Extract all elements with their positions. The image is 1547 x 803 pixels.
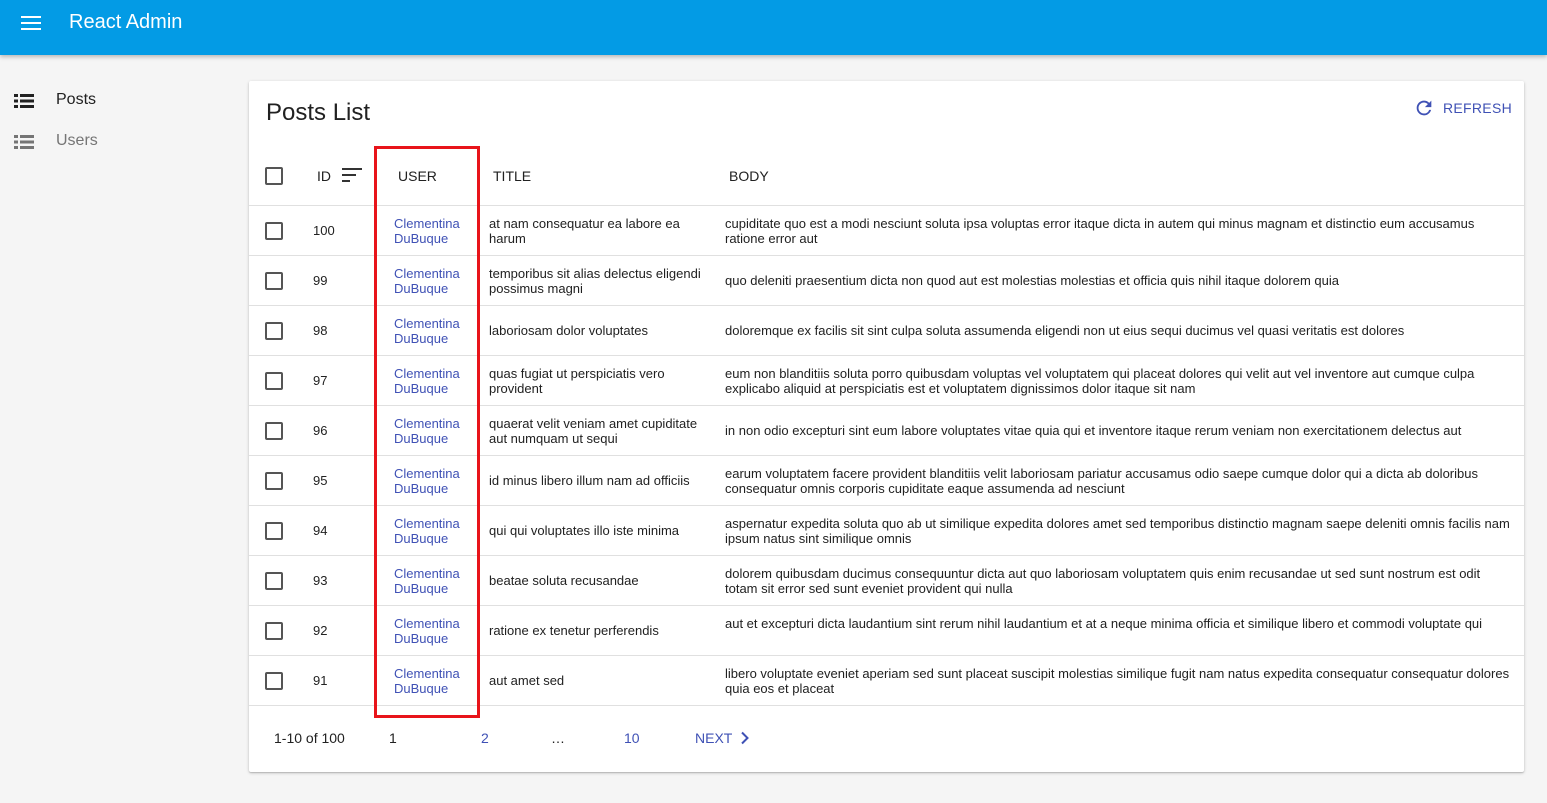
cell-title: id minus libero illum nam ad officiis (489, 473, 690, 488)
cell-body: cupiditate quo est a modi nesciunt solut… (725, 216, 1475, 246)
list-icon (14, 94, 34, 108)
user-link[interactable]: Clementina DuBuque (394, 266, 474, 296)
list-icon (14, 135, 34, 149)
column-header-body[interactable]: BODY (729, 168, 769, 184)
page-title: Posts List (266, 99, 371, 126)
refresh-button[interactable]: REFRESH (1413, 97, 1512, 119)
chevron-right-icon (741, 731, 750, 745)
table-row[interactable]: 92 Clementina DuBuque ratione ex tenetur p… (249, 606, 1524, 656)
row-checkbox[interactable] (265, 522, 283, 540)
sidebar-item-label: Posts (56, 91, 97, 108)
menu-icon[interactable] (14, 6, 48, 40)
sort-icon[interactable] (342, 167, 362, 183)
sidebar-item-label: Users (56, 132, 98, 149)
cell-title: quaerat velit veniam amet cupiditate aut… (489, 416, 698, 446)
row-checkbox[interactable] (265, 422, 283, 440)
row-checkbox[interactable] (265, 622, 283, 640)
page-10-link[interactable]: 10 (624, 730, 640, 746)
page-2-link[interactable]: 2 (481, 730, 489, 746)
cell-id: 91 (313, 673, 328, 688)
row-checkbox[interactable] (265, 222, 283, 240)
pagination-range: 1-10 of 100 (274, 730, 345, 746)
cell-title: ratione ex tenetur perferendis (489, 623, 659, 638)
row-checkbox[interactable] (265, 672, 283, 690)
table-row[interactable]: 100 Clementina DuBuque at nam consequatur … (249, 206, 1524, 256)
user-link[interactable]: Clementina DuBuque (394, 466, 474, 496)
row-checkbox[interactable] (265, 272, 283, 290)
cell-body: doloremque ex facilis sit sint culpa sol… (725, 323, 1405, 338)
next-page-button[interactable]: NEXT (695, 730, 752, 746)
user-link[interactable]: Clementina DuBuque (394, 416, 474, 446)
app-title: React Admin (69, 11, 183, 33)
user-link[interactable]: Clementina DuBuque (394, 516, 474, 546)
refresh-label: REFRESH (1443, 100, 1512, 116)
user-link[interactable]: Clementina DuBuque (394, 666, 474, 696)
app-bar: React Admin (0, 0, 1547, 55)
row-checkbox[interactable] (265, 372, 283, 390)
posts-list-card: Posts List REFRESH ID USER TITLE BODY 10… (249, 81, 1524, 772)
table-row[interactable]: 98 Clementina DuBuque laboriosam dolor vol… (249, 306, 1524, 356)
table-row[interactable]: 91 Clementina DuBuque aut amet sed libero v… (249, 656, 1524, 706)
cell-id: 93 (313, 573, 328, 588)
cell-id: 100 (313, 223, 335, 238)
cell-id: 92 (313, 623, 328, 638)
table-row[interactable]: 93 Clementina DuBuque beatae soluta recusa… (249, 556, 1524, 606)
cell-body: aut et excepturi dicta laudantium sint r… (725, 616, 1483, 631)
row-checkbox[interactable] (265, 572, 283, 590)
cell-title: beatae soluta recusandae (489, 573, 639, 588)
next-label: NEXT (695, 730, 733, 746)
cell-title: aut amet sed (489, 673, 565, 688)
user-link[interactable]: Clementina DuBuque (394, 216, 474, 246)
table-row[interactable]: 96 Clementina DuBuque quaerat velit veniam… (249, 406, 1524, 456)
cell-id: 94 (313, 523, 328, 538)
refresh-icon (1416, 100, 1432, 116)
user-link[interactable]: Clementina DuBuque (394, 616, 474, 646)
cell-title: laboriosam dolor voluptates (489, 323, 648, 338)
cell-id: 96 (313, 423, 328, 438)
column-header-id[interactable]: ID (317, 168, 331, 184)
sidebar-item-posts[interactable]: Posts (0, 80, 240, 120)
cell-id: 95 (313, 473, 328, 488)
cell-id: 98 (313, 323, 328, 338)
pagination-ellipsis: … (551, 730, 565, 746)
column-header-user[interactable]: USER (398, 168, 437, 184)
table-header: ID USER TITLE BODY (249, 146, 1524, 206)
table-row[interactable]: 94 Clementina DuBuque qui qui voluptates i… (249, 506, 1524, 556)
user-link[interactable]: Clementina DuBuque (394, 316, 474, 346)
cell-title: quas fugiat ut perspiciatis vero provide… (489, 366, 665, 396)
row-checkbox[interactable] (265, 322, 283, 340)
row-checkbox[interactable] (265, 472, 283, 490)
cell-title: at nam consequatur ea labore ea harum (489, 216, 680, 246)
table-row[interactable]: 99 Clementina DuBuque temporibus sit alias… (249, 256, 1524, 306)
cell-body: dolorem quibusdam ducimus consequuntur d… (725, 566, 1481, 596)
cell-body: libero voluptate eveniet aperiam sed sun… (725, 666, 1510, 696)
table-row[interactable]: 97 Clementina DuBuque quas fugiat ut persp… (249, 356, 1524, 406)
select-all-checkbox[interactable] (265, 167, 283, 185)
cell-id: 99 (313, 273, 328, 288)
cell-body: aspernatur expedita soluta quo ab ut sim… (725, 516, 1510, 546)
pagination: 1-10 of 100 1 2 … 10 NEXT (249, 726, 1524, 750)
user-link[interactable]: Clementina DuBuque (394, 366, 474, 396)
table-row[interactable]: 95 Clementina DuBuque id minus libero illu… (249, 456, 1524, 506)
cell-body: in non odio excepturi sint eum labore vo… (725, 423, 1462, 438)
page-current: 1 (389, 730, 397, 746)
user-link[interactable]: Clementina DuBuque (394, 566, 474, 596)
cell-body: earum voluptatem facere provident blandi… (725, 466, 1478, 496)
cell-title: qui qui voluptates illo iste minima (489, 523, 680, 538)
cell-body: eum non blanditiis soluta porro quibusda… (725, 366, 1475, 396)
cell-title: temporibus sit alias delectus eligendi p… (489, 266, 701, 296)
cell-id: 97 (313, 373, 328, 388)
column-header-title[interactable]: TITLE (493, 168, 531, 184)
sidebar-item-users[interactable]: Users (0, 121, 240, 161)
cell-body: quo deleniti praesentium dicta non quod … (725, 273, 1340, 288)
